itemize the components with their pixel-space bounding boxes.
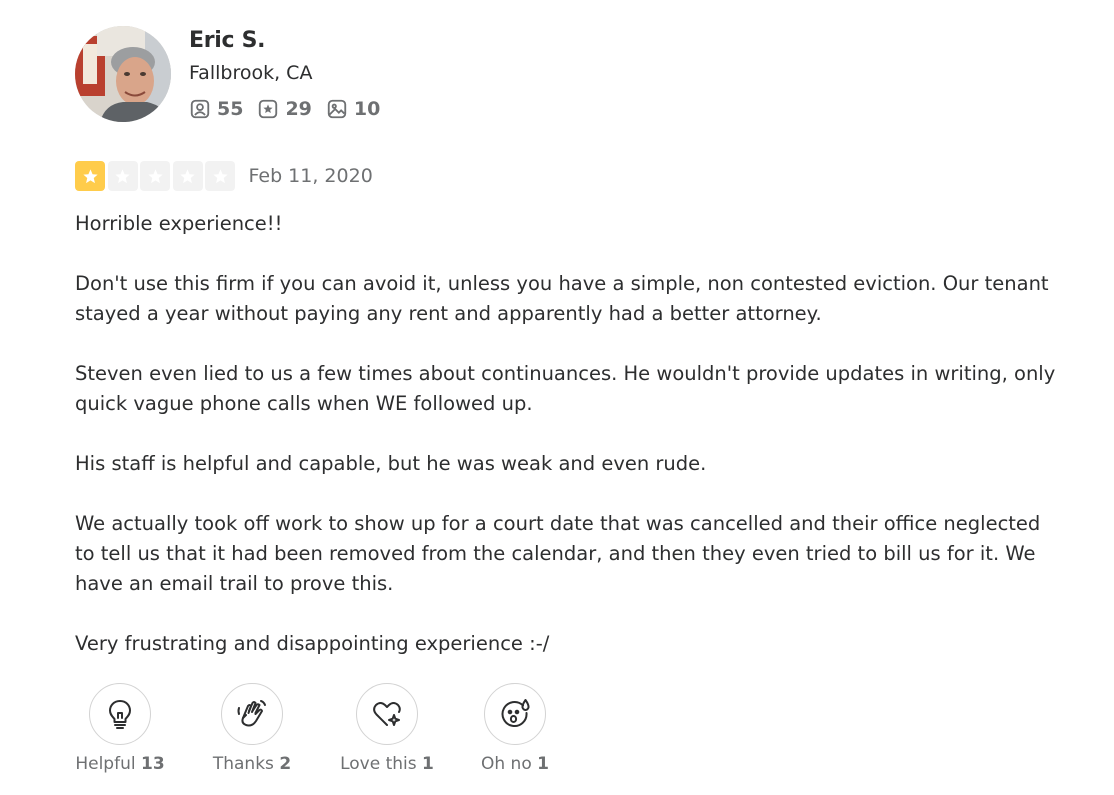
star-empty — [205, 161, 235, 191]
review-paragraph: Steven even lied to us a few times about… — [75, 362, 1056, 415]
love-this-label: Love this 1 — [340, 754, 434, 774]
waving-hands-icon — [237, 700, 266, 727]
thanks-button[interactable] — [221, 683, 283, 745]
user-name[interactable]: Eric S. — [189, 28, 266, 53]
star-empty — [140, 161, 170, 191]
reviews-star-icon — [259, 99, 278, 119]
helpful-button[interactable] — [89, 683, 151, 745]
star-icon — [147, 168, 163, 183]
review-paragraph: We actually took off work to show up for… — [75, 512, 1041, 595]
star-icon — [82, 168, 98, 183]
heart-sparkle-icon — [373, 702, 401, 726]
thanks-reaction[interactable]: Thanks 2 — [207, 683, 297, 774]
review-paragraph: Don't use this firm if you can avoid it,… — [75, 272, 1049, 325]
stars-row — [75, 161, 238, 191]
friends-count-value: 55 — [217, 98, 244, 120]
oh-no-reaction[interactable]: Oh no 1 — [472, 683, 558, 774]
lightbulb-icon — [109, 700, 131, 729]
oh-no-label: Oh no 1 — [481, 754, 549, 774]
star-icon — [115, 168, 130, 183]
review-date: Feb 11, 2020 — [248, 165, 373, 187]
oh-no-button[interactable] — [484, 683, 546, 745]
thanks-count: 2 — [279, 754, 292, 774]
star-rating: Feb 11, 2020 — [75, 161, 373, 191]
helpful-count: 13 — [140, 754, 165, 774]
user-location: Fallbrook, CA — [189, 62, 313, 84]
reviews-count: 29 — [257, 98, 312, 120]
friends-icon — [190, 99, 210, 119]
oh-no-count: 1 — [537, 754, 549, 774]
review-paragraph: His staff is helpful and capable, but he… — [75, 452, 707, 475]
friends-count: 55 — [189, 98, 243, 120]
love-this-reaction[interactable]: Love this 1 — [337, 683, 437, 774]
love-this-count: 1 — [422, 754, 434, 774]
review-body: Horrible experience!! Don't use this fir… — [75, 209, 1060, 689]
photos-icon — [327, 99, 347, 119]
star-empty — [172, 161, 203, 191]
thanks-label: Thanks 2 — [212, 754, 292, 774]
helpful-reaction[interactable]: Helpful 13 — [75, 683, 165, 774]
review-paragraph: Horrible experience!! — [75, 212, 283, 235]
helpful-label: Helpful 13 — [75, 754, 165, 774]
review-paragraph: Very frustrating and disappointing exper… — [75, 632, 550, 655]
photos-count: 10 — [326, 98, 380, 120]
star-filled — [75, 161, 105, 191]
user-stats: 55 29 10 — [189, 98, 394, 120]
love-this-button[interactable] — [356, 683, 418, 745]
reviews-count-value: 29 — [285, 98, 312, 120]
user-avatar[interactable] — [75, 26, 171, 122]
surprised-face-icon — [501, 699, 530, 728]
star-empty — [107, 161, 138, 191]
photos-count-value: 10 — [353, 98, 381, 120]
star-icon — [212, 168, 228, 183]
star-icon — [180, 168, 195, 183]
